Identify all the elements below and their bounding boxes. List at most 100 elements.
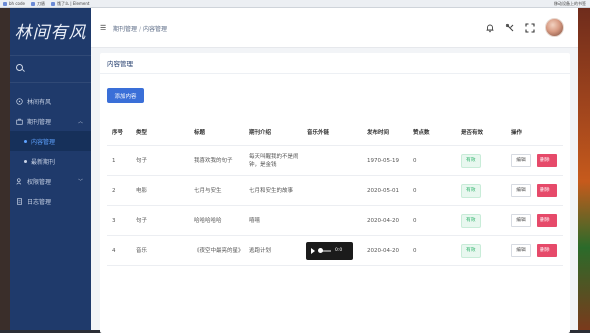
- edit-button[interactable]: 编辑: [511, 154, 531, 167]
- top-bar: ☰ 期刊管理 / 内容管理: [91, 8, 578, 48]
- column-header: 序号: [112, 129, 124, 136]
- edit-button[interactable]: 编辑: [511, 184, 531, 197]
- chevron-down-icon: ﹀: [77, 178, 83, 185]
- avatar[interactable]: [545, 18, 564, 37]
- sidebar-item-label: 期刊管理: [27, 118, 52, 126]
- cell-date: 2020-05-01: [367, 187, 399, 194]
- cell-index: 4: [112, 247, 116, 254]
- table-row: 4 音乐 《夜空中最亮的星》 逃跑计划 0:0 2020-04-20 0 有效 …: [107, 236, 563, 266]
- bookmark-icon: [51, 1, 55, 6]
- column-header: 操作: [511, 129, 523, 136]
- cell-type: 电影: [136, 187, 148, 194]
- bookmark-label: 刀盾: [37, 0, 45, 6]
- cell-status: 有效: [456, 213, 506, 228]
- sidebar-item-logs[interactable]: 日志管理: [10, 191, 91, 211]
- table-row: 3 句子 哈哈哈哈哈 嘻嘻 2020-04-20 0 有效 编辑 删除: [107, 206, 563, 236]
- content-table: 序号 类型 标题 期刊介绍 音乐外链 发布时间 赞点数 是否有效 操作 1 句子…: [107, 120, 563, 266]
- bullet-icon: [24, 159, 27, 163]
- column-header: 标题: [194, 129, 206, 136]
- cell-title: 《夜空中最亮的星》: [194, 247, 244, 254]
- sidebar-item-label: 权限管理: [27, 178, 52, 186]
- cell-likes: 0: [413, 247, 417, 254]
- audio-player[interactable]: 0:0: [306, 241, 353, 260]
- audio-progress-knob[interactable]: [318, 247, 323, 253]
- chevron-up-icon: ︿: [77, 118, 83, 125]
- cell-index: 3: [112, 217, 116, 224]
- fullscreen-icon[interactable]: [525, 22, 535, 33]
- bookmark-icon: [3, 1, 7, 6]
- sidebar-nav: 林间有风 期刊管理 ︿ 内容管理 最新期刊 权限管理 ﹀ 日志管理: [10, 91, 91, 211]
- sidebar-item-journal[interactable]: 期刊管理 ︿: [10, 111, 91, 131]
- sidebar-subitem-latest[interactable]: 最新期刊: [10, 151, 91, 171]
- cell-intro: 逃跑计划: [249, 247, 272, 254]
- cell-type: 句子: [136, 157, 148, 164]
- column-header: 期刊介绍: [249, 129, 272, 136]
- main-area: ☰ 期刊管理 / 内容管理 内容管理 添加内容 序号 类型 标题 期刊介绍 音乐外链…: [91, 8, 578, 333]
- play-icon[interactable]: [311, 247, 315, 254]
- bookmark-label: bh code: [9, 1, 25, 6]
- cell-status: 有效: [456, 153, 506, 168]
- table-row: 2 电影 七月与安生 七月和安生的故事 2020-05-01 0 有效 编辑 删除: [107, 176, 563, 206]
- audio-progress-track[interactable]: [318, 247, 331, 253]
- cell-actions: 编辑 删除: [506, 154, 563, 167]
- cell-title: 哈哈哈哈哈: [194, 217, 222, 224]
- sidebar-subitem-label: 内容管理: [31, 138, 56, 146]
- column-header: 类型: [136, 129, 148, 136]
- bookmark-item[interactable]: 刀盾: [31, 1, 45, 7]
- desktop-background-strip: [578, 0, 590, 330]
- cell-index: 1: [112, 157, 116, 164]
- edit-button[interactable]: 编辑: [511, 244, 531, 257]
- cell-type: 音乐: [136, 247, 148, 254]
- sidebar: 林间有风 林间有风 期刊管理 ︿ 内容管理 最新期刊 权限管理 ﹀ 日志管理: [10, 8, 91, 330]
- audio-time: 0:0: [335, 247, 343, 253]
- bullet-icon: [24, 139, 27, 143]
- sidebar-item-permissions[interactable]: 权限管理 ﹀: [10, 171, 91, 191]
- delete-button[interactable]: 删除: [537, 184, 557, 197]
- breadcrumb-item[interactable]: 期刊管理: [113, 26, 137, 33]
- breadcrumb-item: 内容管理: [143, 26, 168, 33]
- bookmark-icon: [31, 1, 35, 6]
- column-header: 发布时间: [367, 129, 390, 136]
- cell-intro: 七月和安生的故事: [249, 187, 294, 194]
- mobile-bookmarks[interactable]: 移动设备上的书签: [554, 1, 586, 7]
- compass-icon: [16, 97, 23, 105]
- sidebar-subitem-label: 最新期刊: [31, 158, 56, 166]
- delete-button[interactable]: 删除: [537, 154, 557, 167]
- bookmark-item[interactable]: bh code: [3, 1, 25, 6]
- breadcrumb-separator: /: [139, 26, 142, 33]
- cell-date: 2020-04-20: [367, 217, 399, 224]
- cell-likes: 0: [413, 187, 417, 194]
- sidebar-item-home[interactable]: 林间有风: [10, 91, 91, 111]
- cell-title: 七月与安生: [194, 187, 222, 194]
- column-header: 音乐外链: [307, 129, 330, 136]
- cell-date: 2020-04-20: [367, 247, 399, 254]
- document-icon: [17, 197, 22, 205]
- sidebar-item-label: 林间有风: [27, 98, 52, 106]
- cell-status: 有效: [456, 243, 506, 258]
- cell-likes: 0: [413, 157, 417, 164]
- cell-type: 句子: [136, 217, 148, 224]
- column-header: 是否有效: [461, 129, 484, 136]
- cell-status: 有效: [456, 183, 506, 198]
- search-icon: [16, 64, 23, 71]
- tools-icon[interactable]: [505, 23, 515, 33]
- window-left-edge: [0, 0, 10, 330]
- bookmark-item[interactable]: 饿了么 | Element: [51, 1, 89, 7]
- add-content-button[interactable]: 添加内容: [107, 88, 144, 103]
- bookmarks-bar: bh code 刀盾 饿了么 | Element 移动设备上的书签: [0, 0, 590, 8]
- menu-toggle-icon[interactable]: ☰: [100, 24, 106, 32]
- status-badge: 有效: [461, 243, 481, 258]
- search-input[interactable]: [10, 55, 91, 83]
- column-header: 赞点数: [413, 129, 430, 136]
- cell-title: 我喜欢我的句子: [194, 157, 233, 164]
- bookmark-label: 饿了么 | Element: [57, 0, 90, 6]
- cell-intro: 每天叫醒我的不是闹钟，是金钱: [249, 153, 299, 168]
- status-badge: 有效: [461, 213, 481, 228]
- edit-button[interactable]: 编辑: [511, 214, 531, 227]
- briefcase-icon: [16, 118, 23, 125]
- bell-icon[interactable]: [485, 23, 495, 33]
- delete-button[interactable]: 删除: [537, 244, 557, 257]
- sidebar-item-label: 日志管理: [27, 198, 52, 206]
- sidebar-subitem-content[interactable]: 内容管理: [10, 131, 91, 151]
- delete-button[interactable]: 删除: [537, 214, 557, 227]
